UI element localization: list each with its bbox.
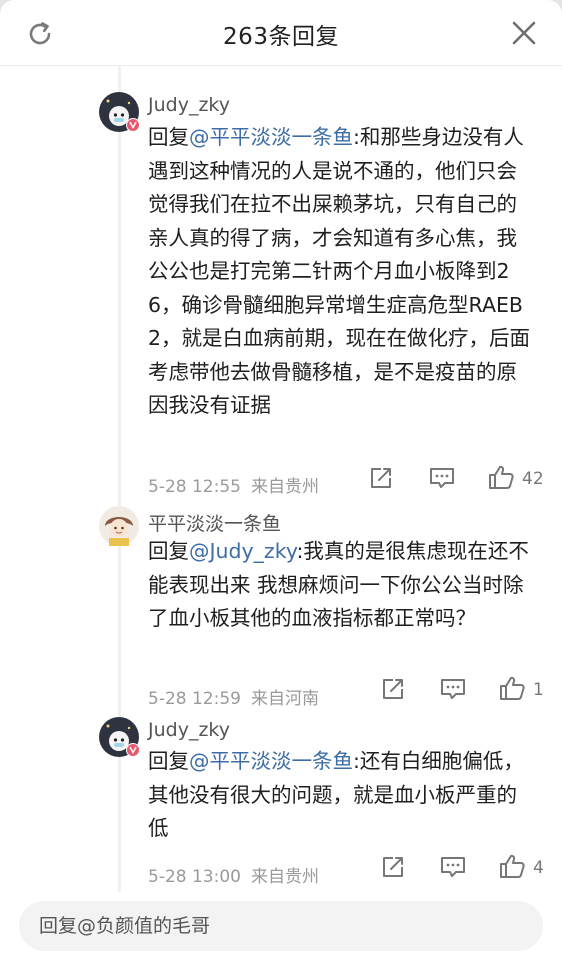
- replies-sheet: 263条回复 Judy_zky 回复@平平淡淡一条鱼:和那些身边没有人遇到这种情…: [0, 0, 562, 960]
- reply-date: 5-28 12:59: [148, 689, 241, 709]
- username[interactable]: Judy_zky: [148, 94, 230, 116]
- verified-badge-icon: [126, 118, 140, 132]
- reply-location: 来自贵州: [250, 867, 319, 887]
- reply-meta: 5-28 13:00 来自贵州: [148, 862, 319, 887]
- page-title: 263条回复: [223, 24, 339, 50]
- comment-icon[interactable]: [439, 677, 467, 701]
- reply-text: 回复@平平淡淡一条鱼:和那些身边没有人遇到这种情况的人是说不通的，他们只会觉得我…: [148, 121, 533, 423]
- share-icon[interactable]: [380, 677, 408, 701]
- reply-prefix: 回复: [148, 539, 189, 563]
- share-icon[interactable]: [380, 855, 408, 879]
- reply-text: 回复@平平淡淡一条鱼:还有白细胞偏低，其他没有很大的问题，就是血小板严重的低: [148, 745, 533, 846]
- like-icon[interactable]: [498, 853, 526, 879]
- share-icon[interactable]: [368, 466, 396, 490]
- reply-date: 5-28 13:00: [148, 867, 241, 887]
- reply-meta: 5-28 12:55 来自贵州: [148, 472, 319, 497]
- mention-link[interactable]: @Judy_zky: [189, 539, 296, 563]
- like-count: 4: [533, 858, 544, 878]
- mention-link[interactable]: @平平淡淡一条鱼: [189, 749, 353, 773]
- username[interactable]: Judy_zky: [148, 719, 230, 741]
- header: 263条回复: [0, 0, 562, 66]
- username[interactable]: 平平淡淡一条鱼: [148, 509, 281, 536]
- like-count: 42: [522, 469, 544, 489]
- reply-prefix: 回复: [148, 749, 189, 773]
- like-icon[interactable]: [487, 464, 515, 490]
- avatar[interactable]: [99, 506, 139, 546]
- verified-badge-icon: [126, 743, 140, 757]
- comment-icon[interactable]: [428, 466, 456, 490]
- comment-icon[interactable]: [439, 855, 467, 879]
- avatar[interactable]: [99, 717, 140, 757]
- avatar[interactable]: [99, 92, 140, 132]
- reply-location: 来自贵州: [250, 477, 319, 497]
- composer-bar: [0, 892, 562, 960]
- reply-text: 回复@Judy_zky:我真的是很焦虑现在还不能表现出来 我想麻烦问一下你公公当…: [148, 535, 533, 636]
- thread-line: [118, 66, 121, 892]
- mention-link[interactable]: @平平淡淡一条鱼: [189, 125, 353, 149]
- like-count: 1: [533, 680, 544, 700]
- reply-location: 来自河南: [250, 689, 319, 709]
- reply-prefix: 回复: [148, 125, 189, 149]
- reply-meta: 5-28 12:59 来自河南: [148, 684, 319, 709]
- reply-input[interactable]: [19, 901, 543, 951]
- like-icon[interactable]: [498, 675, 526, 701]
- reply-date: 5-28 12:55: [148, 477, 241, 497]
- close-icon[interactable]: [511, 20, 537, 46]
- reply-content: :和那些身边没有人遇到这种情况的人是说不通的，他们只会觉得我们在拉不出屎赖茅坑，…: [148, 125, 531, 417]
